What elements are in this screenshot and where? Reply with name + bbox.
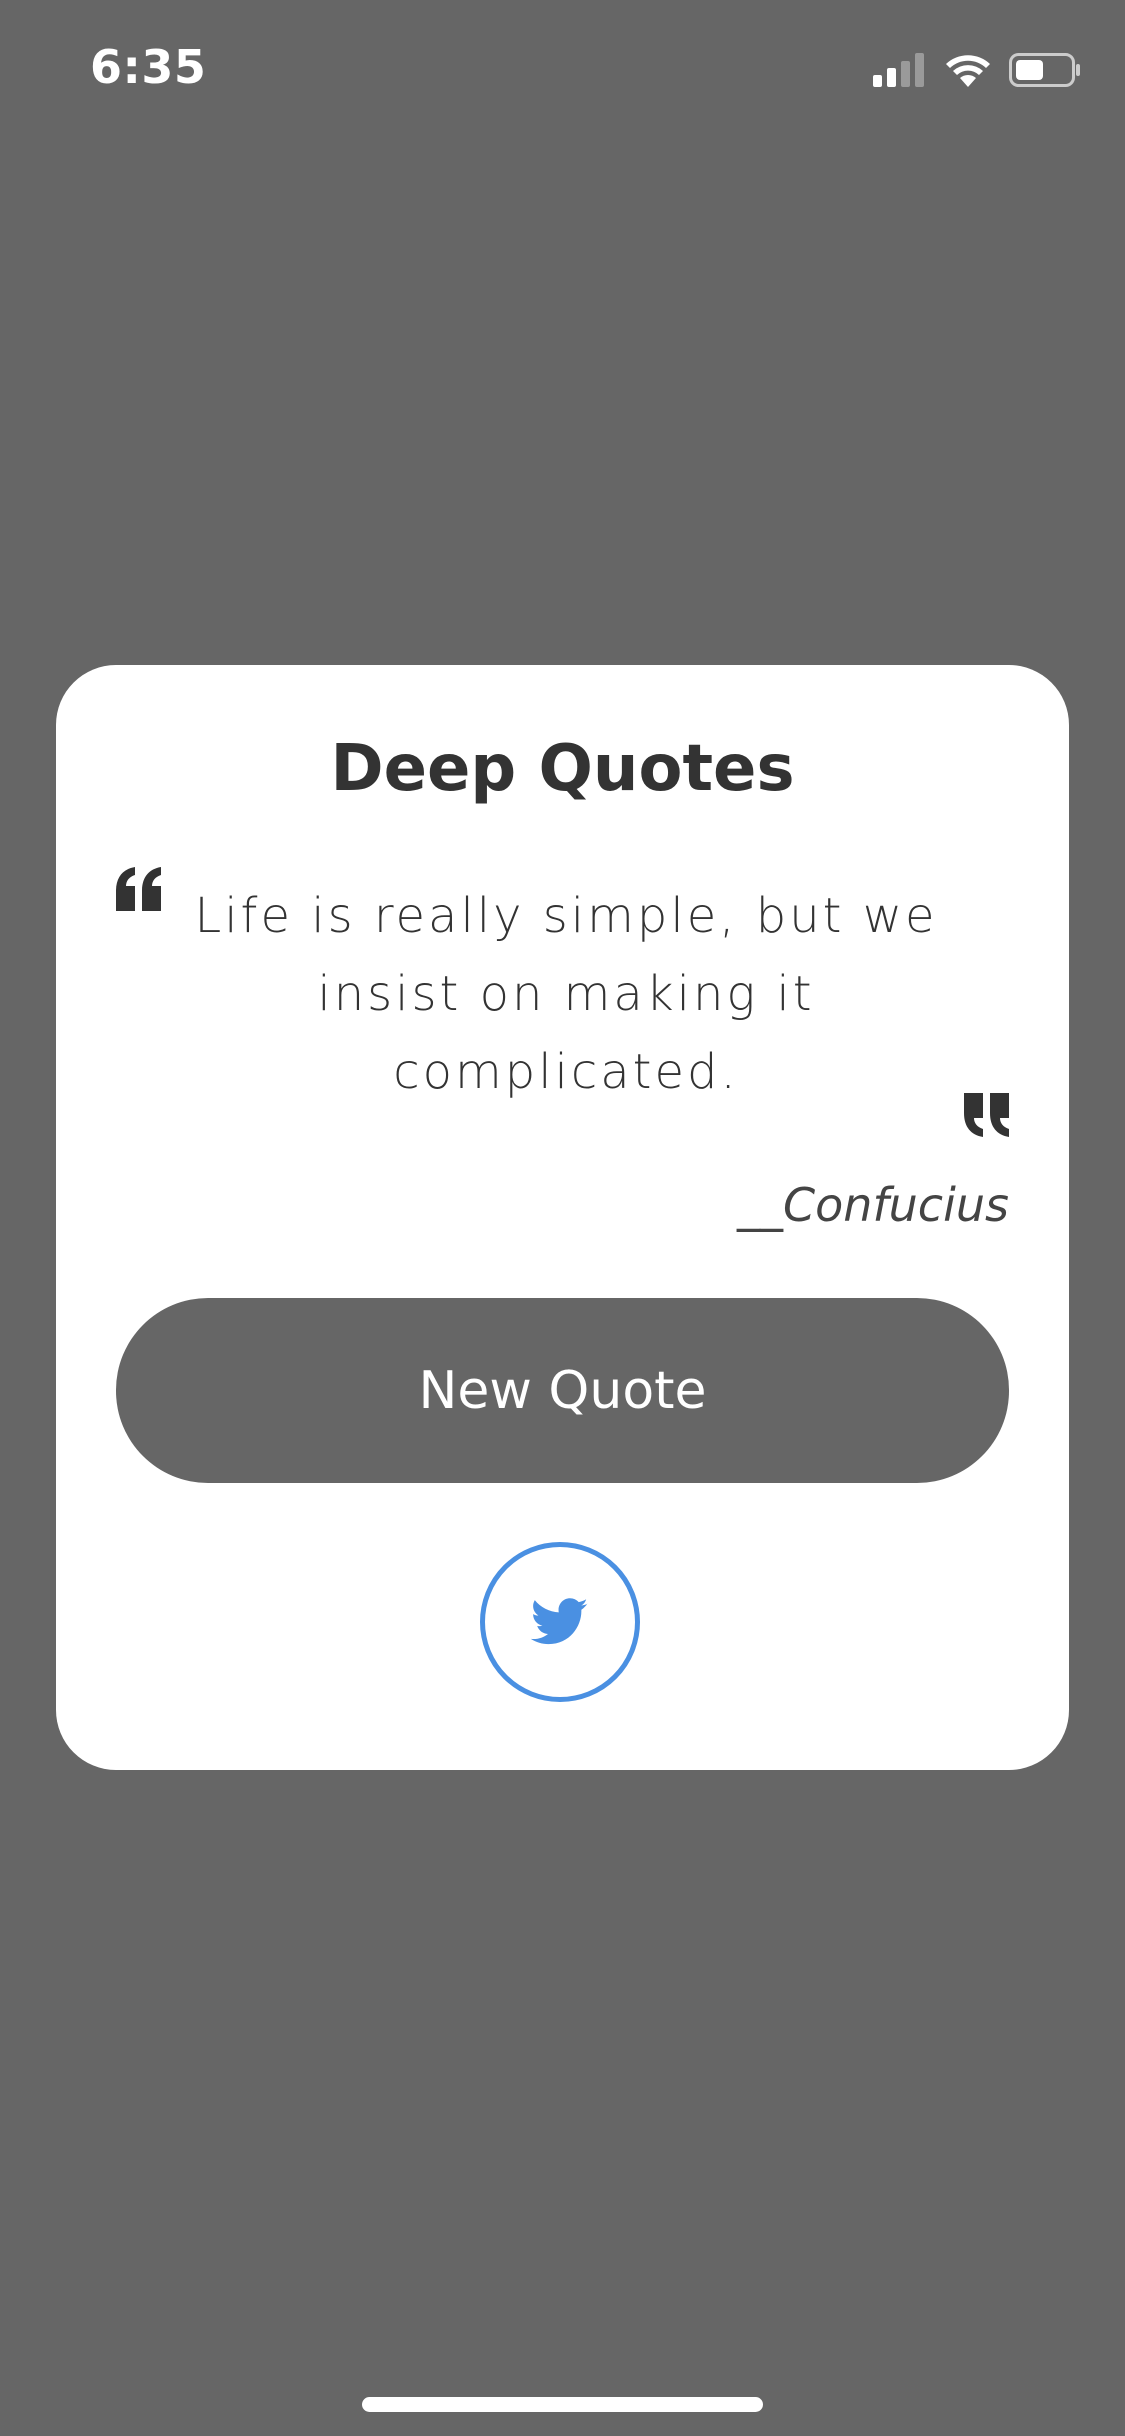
tweet-button[interactable] [480, 1542, 640, 1702]
twitter-bird-icon [531, 1598, 588, 1645]
quote-text: Life is really simple, but we insist on … [194, 888, 938, 1100]
battery-icon [1009, 53, 1080, 87]
status-bar: 6:35 [0, 0, 1125, 140]
home-indicator[interactable] [362, 2397, 763, 2412]
app-title: Deep Quotes [330, 732, 795, 806]
wifi-icon [946, 55, 990, 87]
quote-author: __Confucius [737, 1178, 1009, 1232]
open-quote-icon [116, 867, 161, 911]
new-quote-button[interactable]: New Quote [116, 1298, 1009, 1483]
status-time: 6:35 [90, 40, 207, 94]
status-icons [873, 48, 1081, 92]
cellular-signal-icon [873, 53, 924, 87]
quote-card: Deep Quotes Life is really simple, but w… [56, 665, 1069, 1770]
close-quote-icon [964, 1093, 1009, 1137]
